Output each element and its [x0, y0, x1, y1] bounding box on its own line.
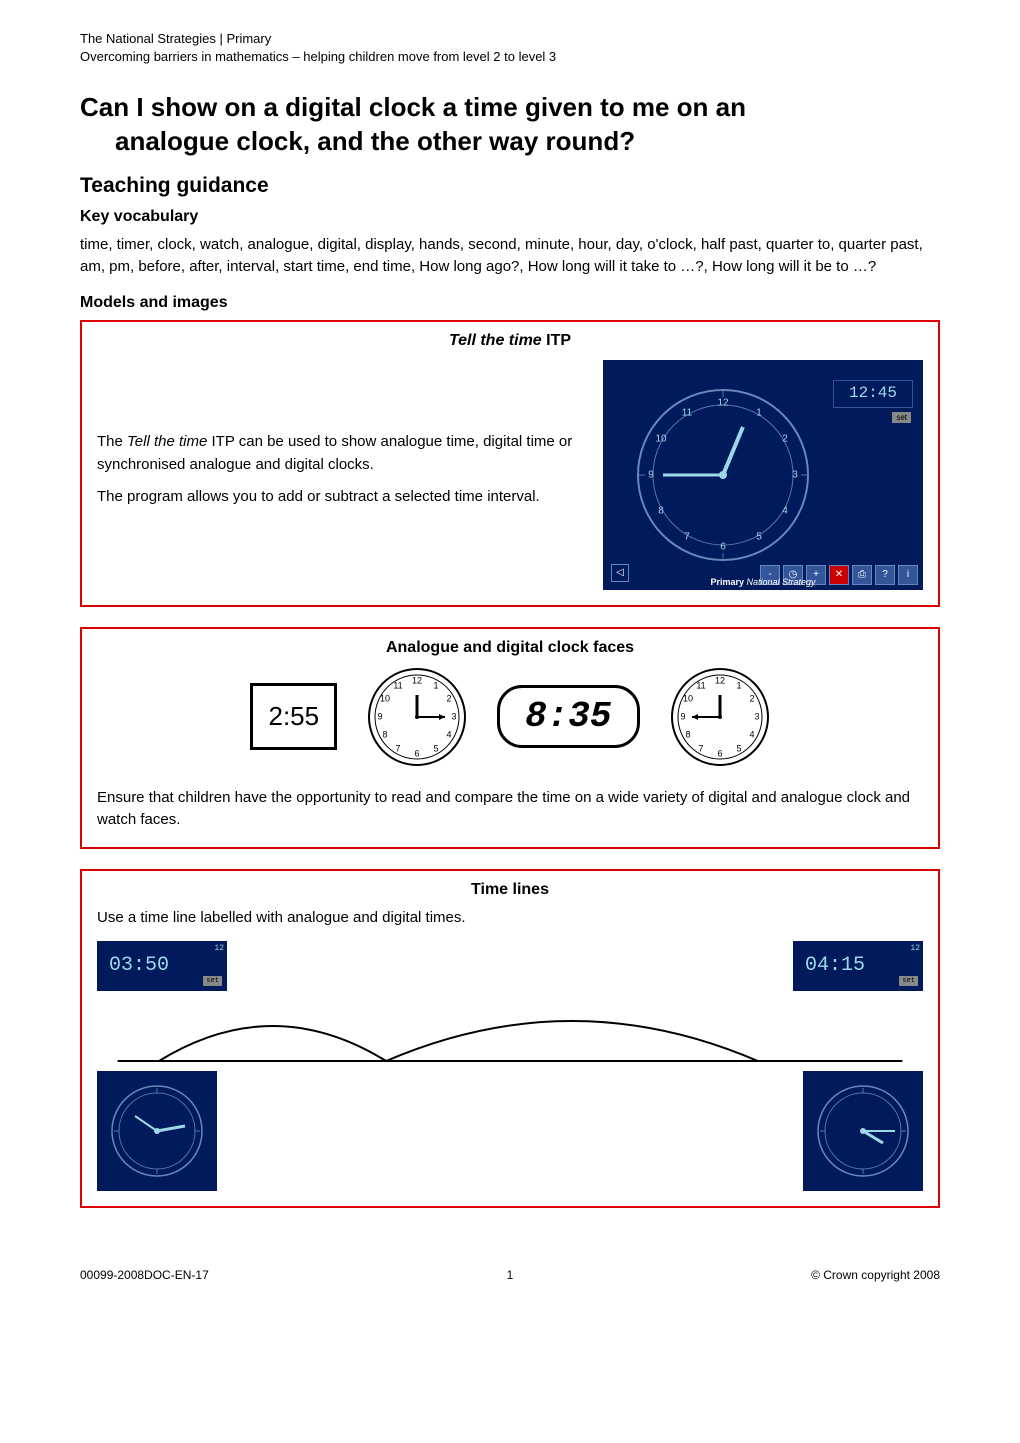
timeline-digital-left: 03:50 12 set: [97, 941, 227, 991]
box1-p1-italic: Tell the time: [127, 433, 207, 450]
svg-text:6: 6: [415, 748, 420, 758]
title-line1: Can I show on a digital clock a time giv…: [80, 92, 746, 122]
box2-title: Analogue and digital clock faces: [97, 639, 923, 657]
title-line2: analogue clock, and the other way round?: [80, 125, 940, 159]
itp-help-icon[interactable]: ?: [875, 565, 895, 585]
box1-p2: The program allows you to add or subtrac…: [97, 486, 588, 509]
svg-text:5: 5: [434, 743, 439, 753]
svg-text:11: 11: [682, 408, 693, 419]
strategy-italic: National Strategy: [747, 577, 816, 587]
tell-the-time-box: Tell the time ITP The Tell the time ITP …: [80, 320, 940, 607]
svg-text:11: 11: [393, 680, 402, 690]
digital-right-value: 04:15: [805, 954, 865, 977]
svg-text:2: 2: [447, 693, 452, 703]
itp-analogue-clock: 12 1 2 3 4 5 6 7 8 9 10 11: [633, 385, 813, 565]
svg-text:4: 4: [782, 506, 788, 517]
svg-text:10: 10: [683, 693, 693, 703]
svg-text:10: 10: [380, 693, 390, 703]
svg-text:8: 8: [383, 729, 388, 739]
svg-text:5: 5: [756, 532, 762, 543]
svg-text:7: 7: [698, 743, 703, 753]
svg-text:9: 9: [378, 711, 383, 721]
svg-text:4: 4: [447, 729, 452, 739]
models-images-heading: Models and images: [80, 294, 940, 312]
svg-text:10: 10: [655, 434, 667, 445]
itp-print-icon[interactable]: ⎙: [852, 565, 872, 585]
svg-text:7: 7: [396, 743, 401, 753]
timeline-digital-right: 04:15 12 set: [793, 941, 923, 991]
svg-text:6: 6: [717, 748, 722, 758]
page-footer: 00099-2008DOC-EN-17 1 © Crown copyright …: [80, 1268, 940, 1282]
timeline-digital-row: 03:50 12 set 04:15 12 set: [97, 941, 923, 991]
svg-text:8: 8: [685, 729, 690, 739]
svg-text:3: 3: [792, 470, 798, 481]
svg-text:5: 5: [736, 743, 741, 753]
svg-text:8: 8: [658, 506, 664, 517]
box3-intro: Use a time line labelled with analogue a…: [97, 909, 923, 926]
timeline-arcs: [97, 991, 923, 1071]
itp-close-icon[interactable]: ✕: [829, 565, 849, 585]
box1-title-rest: ITP: [542, 332, 571, 349]
timeline-analogue-right: [803, 1071, 923, 1191]
digital-clock-rounded: 8:35: [497, 685, 639, 748]
svg-text:1: 1: [756, 408, 762, 419]
svg-text:1: 1: [434, 680, 439, 690]
timelines-box: Time lines Use a time line labelled with…: [80, 869, 940, 1208]
footer-docref: 00099-2008DOC-EN-17: [80, 1268, 209, 1282]
itp-screenshot: 12 1 2 3 4 5 6 7 8 9 10 11: [603, 360, 923, 590]
svg-text:11: 11: [696, 680, 705, 690]
svg-text:3: 3: [452, 711, 457, 721]
timeline-analogue-left: [97, 1071, 217, 1191]
timeline-clocks-row: [97, 1071, 923, 1191]
strategy-bold: Primary: [710, 577, 744, 587]
svg-text:3: 3: [754, 711, 759, 721]
box3-title: Time lines: [97, 881, 923, 899]
document-header: The National Strategies | Primary Overco…: [80, 30, 940, 66]
itp-set-button[interactable]: set: [892, 412, 911, 423]
analogue-clock-3oclock: 12 1 2 3 4 5 6 7 8 9 10 11: [367, 667, 467, 767]
digital-clock-rect: 2:55: [250, 683, 337, 750]
itp-digital-display: 12:45: [833, 380, 913, 408]
header-line2: Overcoming barriers in mathematics – hel…: [80, 49, 556, 64]
svg-text:9: 9: [680, 711, 685, 721]
header-line1: The National Strategies | Primary: [80, 31, 271, 46]
svg-text:2: 2: [782, 434, 788, 445]
digital-corner-left: 12: [214, 944, 224, 953]
clock-faces-box: Analogue and digital clock faces 2:55 12…: [80, 627, 940, 849]
svg-text:12: 12: [715, 675, 725, 685]
footer-copyright: © Crown copyright 2008: [811, 1268, 940, 1282]
itp-back-icon[interactable]: ◁: [611, 564, 629, 582]
box1-description: The Tell the time ITP can be used to sho…: [97, 431, 588, 519]
digital-set-right[interactable]: set: [899, 976, 918, 986]
box1-title: Tell the time ITP: [97, 332, 923, 350]
teaching-guidance-heading: Teaching guidance: [80, 174, 940, 198]
svg-text:1: 1: [736, 680, 741, 690]
svg-text:2: 2: [749, 693, 754, 703]
digital-corner-right: 12: [910, 944, 920, 953]
svg-text:6: 6: [720, 542, 726, 553]
svg-text:9: 9: [648, 470, 654, 481]
box1-p1-pre: The: [97, 433, 127, 450]
box2-note: Ensure that children have the opportunit…: [97, 787, 923, 832]
key-vocabulary-text: time, timer, clock, watch, analogue, dig…: [80, 234, 940, 279]
svg-text:12: 12: [412, 675, 422, 685]
footer-pagenum: 1: [507, 1268, 514, 1282]
page-title: Can I show on a digital clock a time giv…: [80, 91, 940, 159]
svg-text:4: 4: [749, 729, 754, 739]
digital-left-value: 03:50: [109, 954, 169, 977]
box1-title-italic: Tell the time: [449, 332, 542, 349]
itp-info-icon[interactable]: i: [898, 565, 918, 585]
key-vocabulary-heading: Key vocabulary: [80, 208, 940, 226]
digital-set-left[interactable]: set: [203, 976, 222, 986]
analogue-clock-9oclock: 12 1 2 3 4 5 6 7 8 9 10 11: [670, 667, 770, 767]
itp-strategy-label: Primary National Strategy: [710, 577, 815, 587]
svg-text:12: 12: [717, 398, 729, 409]
svg-text:7: 7: [684, 532, 690, 543]
